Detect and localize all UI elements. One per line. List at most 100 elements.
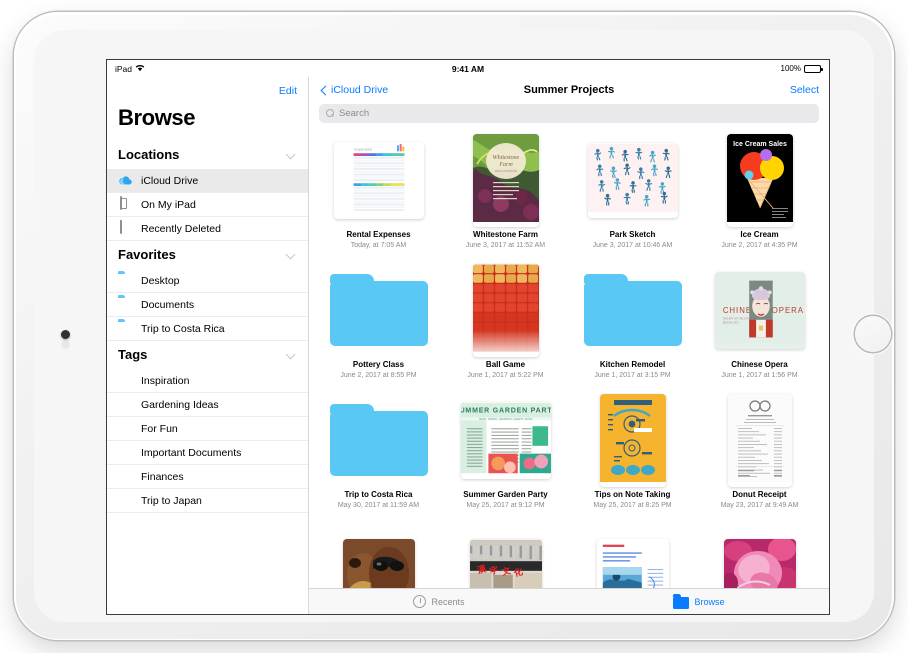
- chevron-down-icon[interactable]: [286, 149, 297, 160]
- device-icon: [118, 196, 133, 212]
- sidebar-section-header-tags[interactable]: Tags: [107, 341, 308, 369]
- document-thumbnail: SUMMER GARDEN PARTY MENU · DRINKS · DESSE…: [460, 401, 551, 479]
- file-item[interactable]: SUMMER GARDEN PARTY MENU · DRINKS · DESSE…: [442, 391, 569, 521]
- chevron-down-icon[interactable]: [286, 249, 297, 260]
- receipt-thumbnail: [727, 393, 792, 487]
- sidebar-item-label: Important Documents: [141, 446, 242, 459]
- file-item[interactable]: Park Sketch June 3, 2017 at 10:46 AM: [569, 131, 696, 261]
- file-item[interactable]: [696, 521, 823, 588]
- file-item[interactable]: 漢字文化: [442, 521, 569, 588]
- file-name: Kitchen Remodel: [599, 360, 666, 369]
- status-bar: iPad 9:41 AM 100%: [107, 60, 829, 77]
- sidebar-item-label: Gardening Ideas: [141, 398, 219, 411]
- thumbnail-container: Ice Cream Sales: [696, 131, 823, 229]
- file-date: June 1, 2017 at 5:22 PM: [467, 372, 544, 379]
- file-item[interactable]: [569, 521, 696, 588]
- svg-text:MENU · DRINKS · DESSERTS · GUE: MENU · DRINKS · DESSERTS · GUESTS · MUSI…: [479, 419, 533, 421]
- sketch-thumbnail: [587, 142, 678, 218]
- home-button[interactable]: [855, 316, 891, 352]
- file-item[interactable]: Donut Receipt May 23, 2017 at 9:49 AM: [696, 391, 823, 521]
- file-item[interactable]: Whitestone Farm FRESH PRODUCE Whitestone Fa…: [442, 131, 569, 261]
- tab-browse[interactable]: Browse: [673, 593, 725, 609]
- sidebar-item-label: Finances: [141, 470, 184, 483]
- poster-thumbnail: Whitestone Farm FRESH PRODUCE: [472, 133, 539, 227]
- sidebar-item-on-my-ipad[interactable]: On My iPad: [107, 193, 308, 217]
- sidebar-item-icloud-drive[interactable]: iCloud Drive: [107, 169, 308, 193]
- sidebar-item-label: Trip to Japan: [141, 494, 202, 507]
- sidebar-item-desktop[interactable]: Desktop: [107, 269, 308, 293]
- file-name: Ice Cream: [740, 230, 779, 239]
- document-thumbnail: [596, 538, 669, 588]
- file-item[interactable]: Tips on Note Taking May 25, 2017 at 8:25 …: [569, 391, 696, 521]
- file-item[interactable]: [315, 521, 442, 588]
- svg-text:BEIJING 2017: BEIJING 2017: [722, 321, 739, 324]
- folder-item[interactable]: Trip to Costa Rica May 30, 2017 at 11:59 …: [315, 391, 442, 521]
- tag-dot-icon: [118, 469, 133, 484]
- sidebar-item-gardening-ideas[interactable]: Gardening Ideas: [107, 393, 308, 417]
- file-item[interactable]: Expenses Rental Expenses Today, at 7:05 AM: [315, 131, 442, 261]
- tab-recents[interactable]: Recents: [413, 595, 465, 608]
- tag-dot-icon: [118, 421, 133, 436]
- file-date: May 25, 2017 at 8:25 PM: [593, 502, 672, 509]
- status-right: 100%: [780, 64, 823, 73]
- file-item[interactable]: Ball Game June 1, 2017 at 5:22 PM: [442, 261, 569, 391]
- back-button[interactable]: iCloud Drive: [319, 84, 388, 96]
- battery-percent-label: 100%: [780, 64, 801, 73]
- file-grid[interactable]: Expenses Rental Expenses Today, at 7:05 AM…: [309, 131, 829, 588]
- file-name: Chinese Opera: [731, 360, 788, 369]
- sidebar-section-header-locations[interactable]: Locations: [107, 141, 308, 169]
- ipad-screen: iPad 9:41 AM 100% Edit Browse Locations i…: [106, 59, 830, 615]
- file-date: June 2, 2017 at 4:35 PM: [721, 242, 798, 249]
- thumbnail-container: CHINESE OPERA THE ART OF THE STAGE BEIJING …: [696, 261, 823, 359]
- sidebar-item-trip-to-costa-rica[interactable]: Trip to Costa Rica: [107, 317, 308, 341]
- sidebar-item-for-fun[interactable]: For Fun: [107, 417, 308, 441]
- select-button[interactable]: Select: [790, 84, 819, 96]
- svg-text:THE ART OF THE STAGE: THE ART OF THE STAGE: [722, 317, 752, 320]
- file-date: June 3, 2017 at 10:46 AM: [592, 242, 673, 249]
- sidebar-item-label: Desktop: [141, 274, 180, 287]
- front-camera-icon: [61, 330, 70, 339]
- file-date: May 30, 2017 at 11:59 AM: [337, 502, 420, 509]
- photo-thumbnail: 漢字文化: [469, 538, 542, 588]
- sidebar-item-label: For Fun: [141, 422, 178, 435]
- sidebar-item-label: Trip to Costa Rica: [141, 322, 225, 335]
- chevron-down-icon[interactable]: [286, 349, 297, 360]
- folder-item[interactable]: Kitchen Remodel June 1, 2017 at 3:15 PM: [569, 261, 696, 391]
- file-date: June 2, 2017 at 8:55 PM: [340, 372, 417, 379]
- sidebar-item-label: iCloud Drive: [141, 174, 199, 187]
- sidebar-section-header-favorites[interactable]: Favorites: [107, 241, 308, 269]
- sidebar: Edit Browse Locations iCloud Drive On My i…: [107, 77, 309, 614]
- folder-icon: [118, 297, 133, 312]
- file-date: June 3, 2017 at 11:52 AM: [465, 242, 546, 249]
- search-placeholder: Search: [339, 108, 370, 119]
- folder-item[interactable]: Pottery Class June 2, 2017 at 8:55 PM: [315, 261, 442, 391]
- clock-icon: [413, 595, 427, 608]
- svg-text:SUMMER GARDEN PARTY: SUMMER GARDEN PARTY: [461, 407, 551, 414]
- sidebar-item-trip-to-japan[interactable]: Trip to Japan: [107, 489, 308, 513]
- thumbnail-container: [569, 521, 696, 588]
- chevron-left-icon: [319, 85, 328, 94]
- sidebar-item-important-documents[interactable]: Important Documents: [107, 441, 308, 465]
- trash-icon: [118, 220, 133, 236]
- thumbnail-container: [696, 521, 823, 588]
- folder-icon: [118, 273, 133, 288]
- sidebar-item-recently-deleted[interactable]: Recently Deleted: [107, 217, 308, 241]
- edit-button[interactable]: Edit: [279, 85, 297, 97]
- section-title: Favorites: [118, 247, 176, 262]
- sidebar-toolbar: Edit: [107, 77, 308, 105]
- sidebar-item-documents[interactable]: Documents: [107, 293, 308, 317]
- folder-thumbnail: [329, 274, 428, 346]
- file-date: Today, at 7:05 AM: [350, 242, 407, 249]
- sidebar-item-finances[interactable]: Finances: [107, 465, 308, 489]
- search-input[interactable]: Search: [319, 104, 819, 123]
- spreadsheet-thumbnail: Expenses: [333, 141, 424, 219]
- sidebar-item-inspiration[interactable]: Inspiration: [107, 369, 308, 393]
- file-item[interactable]: CHINESE OPERA THE ART OF THE STAGE BEIJING …: [696, 261, 823, 391]
- section-title: Locations: [118, 147, 180, 162]
- thumbnail-container: 漢字文化: [442, 521, 569, 588]
- file-item[interactable]: Ice Cream Sales Ice Cream June 2, 2017 at …: [696, 131, 823, 261]
- file-date: May 25, 2017 at 9:12 PM: [466, 502, 545, 509]
- file-name: Ball Game: [485, 360, 526, 369]
- svg-text:OPERA: OPERA: [771, 305, 803, 314]
- main-content: iCloud Drive Summer Projects Select Sear…: [309, 77, 829, 614]
